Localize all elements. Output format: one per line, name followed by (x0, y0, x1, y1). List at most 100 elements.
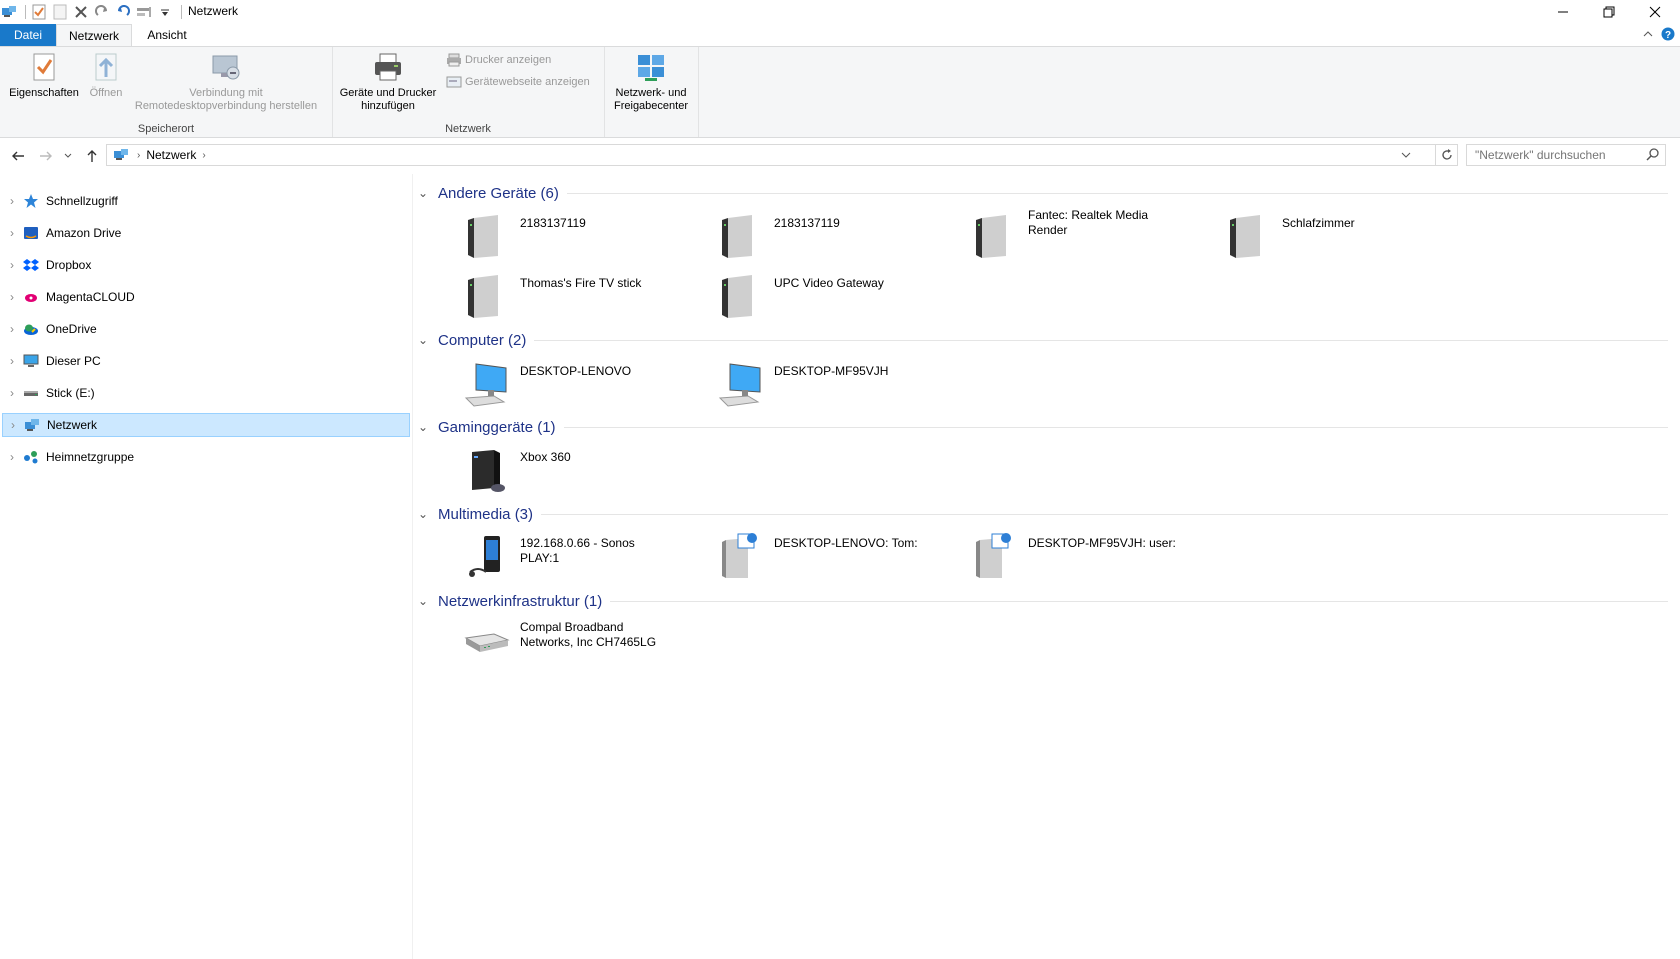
recent-locations-button[interactable] (62, 146, 74, 166)
group-header-computer[interactable]: ⌄ Computer (2) (418, 329, 1668, 351)
nav-item-dieser-pc[interactable]: › Dieser PC (2, 349, 410, 373)
geraete-drucker-button[interactable]: Geräte und Drucker hinzufügen (336, 51, 440, 113)
chevron-right-icon[interactable]: › (2, 194, 22, 208)
eigenschaften-label: Eigenschaften (9, 87, 79, 99)
amazon-drive-icon (22, 225, 40, 241)
properties-icon[interactable] (30, 3, 48, 21)
search-icon[interactable] (1646, 148, 1659, 164)
search-box[interactable] (1466, 144, 1666, 166)
nav-item-dropbox[interactable]: › Dropbox (2, 253, 410, 277)
chevron-right-icon[interactable]: › (2, 258, 22, 272)
device-item[interactable]: UPC Video Gateway (668, 272, 918, 328)
router-item[interactable]: Compal Broadband Networks, Inc CH7465LG (414, 618, 664, 674)
item-label: Thomas's Fire TV stick (520, 276, 642, 290)
nav-item-label: Amazon Drive (46, 226, 122, 240)
server-icon (722, 215, 752, 258)
search-input[interactable] (1473, 145, 1637, 165)
new-folder-icon[interactable] (51, 3, 69, 21)
geraetewebseite-button[interactable]: Gerätewebseite anzeigen (446, 75, 590, 89)
drucker-anzeigen-button[interactable]: Drucker anzeigen (446, 53, 551, 67)
nav-item-stick[interactable]: › Stick (E:) (2, 381, 410, 405)
group-header-multimedia[interactable]: ⌄ Multimedia (3) (418, 503, 1668, 525)
network-icon (23, 417, 41, 433)
help-button[interactable]: ? (1658, 26, 1678, 42)
delete-icon[interactable] (72, 3, 90, 21)
printer-icon (447, 53, 461, 67)
item-label: DESKTOP-LENOVO: Tom: (774, 536, 918, 550)
item-label: 2183137119 (520, 216, 586, 230)
minimize-button[interactable] (1540, 0, 1586, 24)
web-page-icon (446, 76, 462, 88)
server-icon (468, 215, 498, 258)
nav-item-amazon-drive[interactable]: › Amazon Drive (2, 221, 410, 245)
chevron-right-icon[interactable]: › (2, 450, 22, 464)
chevron-down-icon[interactable]: ⌄ (418, 186, 434, 200)
nav-item-magentacloud[interactable]: › MagentaCLOUD (2, 285, 410, 309)
server-icon (468, 275, 498, 318)
nav-item-onedrive[interactable]: › OneDrive (2, 317, 410, 341)
up-button[interactable] (82, 146, 102, 166)
ribbon: Eigenschaften Öffnen Verbindung mit Remo… (0, 46, 1680, 138)
back-button[interactable] (8, 146, 28, 166)
chevron-right-icon[interactable]: › (2, 290, 22, 304)
computer-item[interactable]: DESKTOP-LENOVO (414, 360, 664, 416)
refresh-button[interactable] (1436, 144, 1458, 166)
minimize-icon (1558, 11, 1568, 13)
chevron-down-icon[interactable]: ⌄ (418, 420, 434, 434)
customize-qat-icon[interactable] (156, 3, 174, 21)
redo-icon[interactable] (93, 3, 111, 21)
group-title: Andere Geräte (6) (438, 184, 559, 202)
media-item[interactable]: DESKTOP-MF95VJH: user: (922, 532, 1176, 588)
nav-item-schnellzugriff[interactable]: › Schnellzugriff (2, 189, 410, 213)
address-bar[interactable]: › Netzwerk › (106, 144, 1436, 166)
chevron-down-icon[interactable]: ⌄ (418, 594, 434, 608)
group-header-infrastruktur[interactable]: ⌄ Netzwerkinfrastruktur (1) (418, 590, 1668, 612)
ribbon-help-area: ? (1638, 26, 1680, 42)
close-icon (1649, 6, 1661, 18)
collapse-ribbon-button[interactable] (1638, 26, 1658, 42)
device-item[interactable]: Schlafzimmer (1176, 212, 1426, 268)
tab-ansicht[interactable]: Ansicht (134, 24, 200, 46)
item-label: 192.168.0.66 - Sonos PLAY:1 (520, 536, 635, 565)
close-button[interactable] (1632, 0, 1678, 24)
chevron-right-icon[interactable]: › (2, 354, 22, 368)
computer-item[interactable]: DESKTOP-MF95VJH (668, 360, 918, 416)
arrow-right-icon (40, 151, 52, 161)
rename-icon[interactable] (135, 3, 153, 21)
forward-button[interactable] (36, 146, 56, 166)
network-center-icon (635, 51, 667, 83)
drive-icon (22, 385, 40, 401)
oeffnen-button[interactable]: Öffnen (84, 51, 128, 100)
remote-desktop-button[interactable]: Verbindung mit Remotedesktopverbindung h… (126, 51, 326, 113)
restore-button[interactable] (1586, 0, 1632, 24)
router-icon (464, 633, 510, 652)
tab-datei[interactable]: Datei (0, 24, 56, 46)
undo-icon[interactable] (114, 3, 132, 21)
device-item[interactable]: Fantec: Realtek Media Render (922, 208, 1172, 268)
chevron-down-icon[interactable]: ⌄ (418, 507, 434, 521)
tab-netzwerk[interactable]: Netzwerk (56, 24, 132, 46)
nav-item-netzwerk[interactable]: › Netzwerk (2, 413, 410, 437)
group-header-andere-geraete[interactable]: ⌄ Andere Geräte (6) (418, 182, 1668, 204)
printer-add-icon (372, 51, 404, 83)
chevron-right-icon[interactable]: › (2, 226, 22, 240)
group-header-gaming[interactable]: ⌄ Gaminggeräte (1) (418, 416, 1668, 438)
chevron-down-icon[interactable]: ⌄ (418, 333, 434, 347)
device-item[interactable]: 2183137119 (414, 212, 664, 268)
media-item[interactable]: DESKTOP-LENOVO: Tom: (668, 532, 918, 588)
breadcrumb-separator-icon[interactable]: › (202, 150, 205, 161)
freigabecenter-button[interactable]: Netzwerk- und Freigabecenter (606, 51, 696, 113)
device-item[interactable]: Thomas's Fire TV stick (414, 272, 664, 328)
gaming-item[interactable]: Xbox 360 (414, 446, 664, 502)
eigenschaften-button[interactable]: Eigenschaften (6, 51, 82, 100)
nav-item-heimnetzgruppe[interactable]: › Heimnetzgruppe (2, 445, 410, 469)
breadcrumb-netzwerk[interactable]: Netzwerk (146, 148, 196, 162)
chevron-right-icon[interactable]: › (2, 322, 22, 336)
chevron-right-icon[interactable]: › (3, 418, 23, 432)
group-title: Netzwerkinfrastruktur (1) (438, 592, 603, 610)
address-dropdown-button[interactable] (1401, 148, 1411, 162)
media-item[interactable]: 192.168.0.66 - Sonos PLAY:1 (414, 532, 664, 588)
item-label: DESKTOP-LENOVO (520, 364, 632, 378)
device-item[interactable]: 2183137119 (668, 212, 918, 268)
chevron-right-icon[interactable]: › (2, 386, 22, 400)
